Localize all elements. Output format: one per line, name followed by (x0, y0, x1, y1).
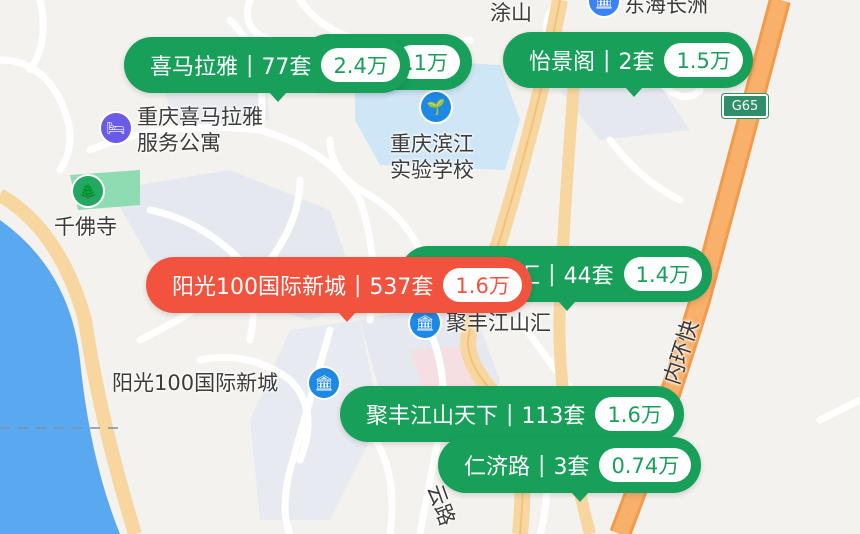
place-label-line-1: 重庆滨江 (390, 132, 474, 156)
listing-separator: | (548, 261, 556, 287)
listing-separator: | (506, 401, 514, 427)
listing-name: 怡景阁 (529, 50, 596, 75)
listing-separator: | (354, 272, 362, 298)
listing-count: 44套 (563, 264, 614, 289)
listing-pointer (571, 492, 589, 502)
listing-price: 1.6万 (443, 268, 522, 302)
listing-separator: | (538, 452, 546, 478)
listing-name: 阳光100国际新城 (172, 275, 346, 300)
listing-pill-ximalaya[interactable]: 喜马拉雅 | 77套 2.4万 (124, 37, 410, 102)
school-icon[interactable]: 🌱 (421, 92, 451, 122)
place-label-himalaya-apartment: 重庆喜马拉雅 服务公寓 (137, 104, 263, 156)
park-icon[interactable]: 🌲 (73, 176, 103, 206)
place-label-binjiang-school: 重庆滨江 实验学校 (390, 131, 474, 183)
listing-pill-yijingge[interactable]: 怡景阁 | 2套 1.5万 (503, 32, 753, 97)
place-label-line-2: 实验学校 (390, 158, 474, 182)
listing-price: 0.74万 (599, 448, 692, 482)
listing-pointer (269, 92, 287, 102)
listing-count: 3套 (553, 455, 590, 480)
listing-pointer (625, 87, 643, 97)
listing-price: 1.6万 (595, 397, 674, 431)
listing-count: 2套 (618, 50, 655, 75)
listing-count: 77套 (261, 55, 312, 80)
place-label-line-2: 服务公寓 (137, 131, 221, 155)
listing-separator: | (603, 47, 611, 73)
landmark-icon[interactable]: 🏛 (309, 368, 339, 398)
hotel-icon[interactable]: 🛏 (101, 113, 131, 143)
listing-pointer (338, 312, 356, 322)
place-label-tushan: 涂山 (490, 1, 532, 25)
place-label-line-1: 重庆喜马拉雅 (137, 105, 263, 129)
listing-name: 仁济路 (464, 455, 531, 480)
listing-price: 1.5万 (664, 43, 743, 77)
place-label-jufeng-jiangshanhui: 聚丰江山汇 (446, 311, 551, 335)
listing-name: 聚丰江山天下 (366, 404, 499, 429)
listing-price: 1.4万 (623, 257, 702, 291)
listing-count: 537套 (369, 275, 434, 300)
listing-price: 2.4万 (321, 48, 400, 82)
listing-count: 113套 (521, 404, 586, 429)
place-label-donghai-changzhou: 东海长洲 (624, 0, 708, 17)
listing-pointer (558, 301, 576, 311)
listing-separator: | (246, 52, 254, 78)
highway-shield-g65: G65 (722, 94, 768, 118)
place-label-qianfo-temple: 千佛寺 (54, 215, 117, 239)
listing-pill-jufeng-jiangshantianxia[interactable]: 聚丰江山天下 | 113套 1.6万 (340, 386, 684, 451)
place-label-yangguang100: 阳光100国际新城 (112, 371, 279, 395)
listing-pill-yangguang100-selected[interactable]: 阳光100国际新城 | 537套 1.6万 (146, 257, 532, 322)
listing-name: 喜马拉雅 (150, 55, 239, 80)
listing-pill-renjilu[interactable]: 仁济路 | 3套 0.74万 (438, 437, 702, 502)
